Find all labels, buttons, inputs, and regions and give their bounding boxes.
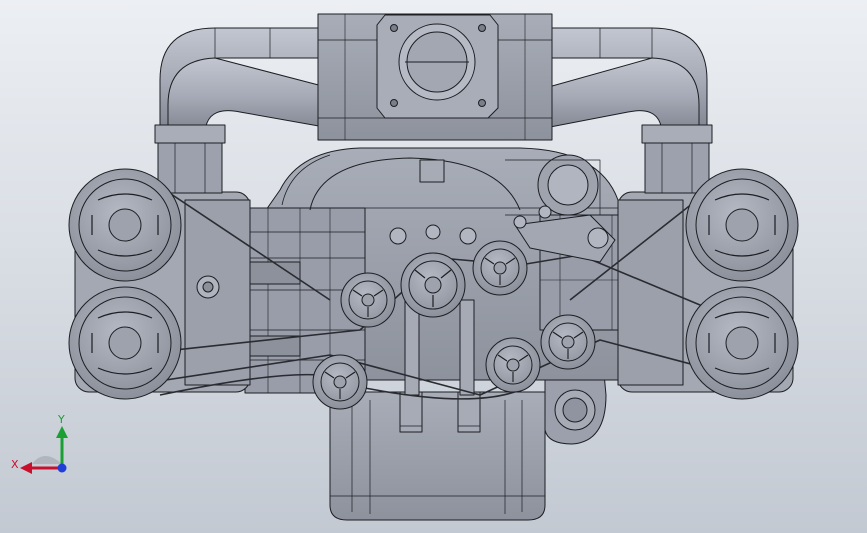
- reference-triad: Y X: [11, 413, 68, 474]
- pulley-left-bottom: [68, 286, 182, 400]
- idler-pulley-bottom-left: [312, 354, 368, 410]
- pulley-right-top: [685, 168, 799, 282]
- x-axis-label: X: [11, 458, 19, 471]
- oil-pan: [329, 391, 546, 521]
- throttle-body-flange: [376, 14, 499, 119]
- idler-pulley-right: [540, 314, 596, 370]
- graphics-viewport[interactable]: Y X: [0, 0, 867, 533]
- idler-pulley-top-right: [472, 240, 528, 296]
- pulley-right-bottom: [685, 286, 799, 400]
- triad-plane-shadow: [32, 456, 62, 464]
- x-axis-arrow-icon: [20, 462, 32, 474]
- idler-pulley-lower-right: [485, 337, 541, 393]
- crank-pulley: [400, 252, 466, 318]
- y-axis-label: Y: [57, 413, 65, 426]
- y-axis-arrow-icon: [56, 426, 68, 438]
- z-axis-dot-icon: [57, 463, 67, 473]
- idler-pulley-left: [340, 272, 396, 328]
- engine-assembly-model[interactable]: [0, 0, 867, 533]
- pulley-left-top: [68, 168, 182, 282]
